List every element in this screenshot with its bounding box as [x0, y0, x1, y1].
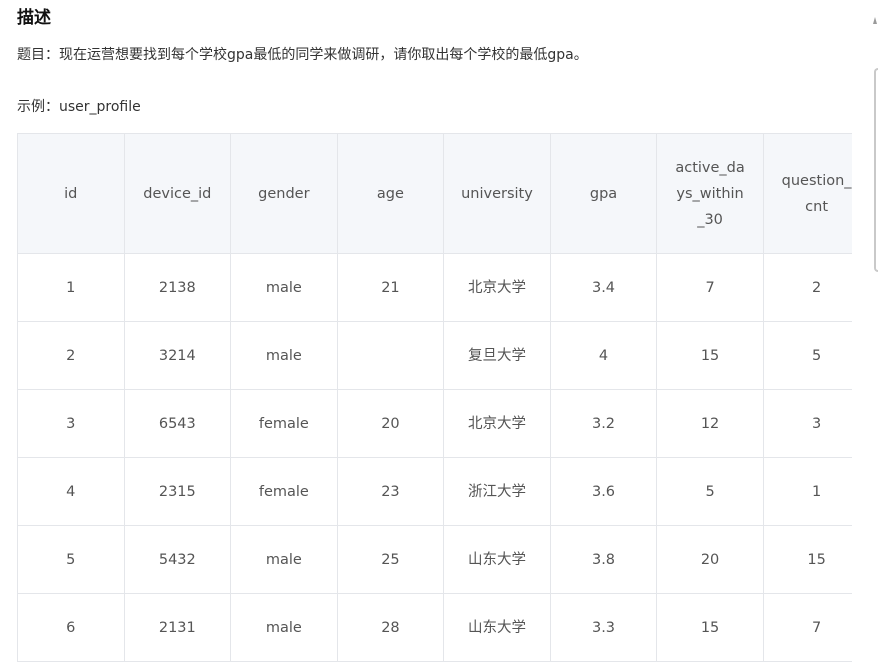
- table-cell: [336, 321, 445, 390]
- table-cell: 3.8: [549, 525, 658, 594]
- table-cell: male: [230, 253, 338, 322]
- table-cell: 5: [656, 457, 764, 526]
- column-header-gpa: gpa: [549, 133, 658, 254]
- column-header-id: id: [17, 133, 125, 254]
- table-cell: male: [230, 525, 338, 594]
- table-row: 2 3214 male 复旦大学 4 15 5 25: [17, 321, 852, 390]
- table-row: 4 2315 female 23 浙江大学 3.6 5 1 2: [17, 457, 852, 526]
- table-cell: female: [230, 389, 338, 458]
- table-cell: 21: [336, 253, 445, 322]
- table-cell: 7: [762, 593, 852, 662]
- table-cell: 北京大学: [443, 389, 551, 458]
- table-header-row: id device_id gender age university gpa a…: [17, 133, 852, 254]
- table-cell: 1: [762, 457, 852, 526]
- column-header-device-id: device_id: [123, 133, 232, 254]
- table-cell: 3.2: [549, 389, 658, 458]
- table-cell: 山东大学: [443, 525, 551, 594]
- vertical-scrollbar-thumb[interactable]: [874, 68, 878, 272]
- column-header-university: university: [443, 133, 551, 254]
- table-row: 3 6543 female 20 北京大学 3.2 12 3 30: [17, 389, 852, 458]
- table-cell: 3.4: [549, 253, 658, 322]
- section-heading: 描述: [17, 8, 51, 28]
- table-cell: 12: [656, 389, 764, 458]
- table-cell: 5: [762, 321, 852, 390]
- table-cell: 2: [762, 253, 852, 322]
- problem-description: 题目：现在运营想要找到每个学校gpa最低的同学来做调研，请你取出每个学校的最低g…: [17, 47, 588, 63]
- table-cell: 23: [336, 457, 445, 526]
- table-cell: 3.3: [549, 593, 658, 662]
- table-cell: 15: [656, 321, 764, 390]
- table-cell: 15: [656, 593, 764, 662]
- table-cell: 复旦大学: [443, 321, 551, 390]
- example-label: 示例：user_profile: [17, 99, 141, 115]
- table-cell: 28: [336, 593, 445, 662]
- table-cell: 15: [762, 525, 852, 594]
- table-cell: 2: [17, 321, 125, 390]
- table-cell: 5: [17, 525, 125, 594]
- table-cell: 20: [336, 389, 445, 458]
- table-cell: 山东大学: [443, 593, 551, 662]
- user-profile-table: id device_id gender age university gpa a…: [17, 133, 852, 662]
- column-header-active-days: active_days_within_30: [656, 133, 764, 254]
- table-cell: female: [230, 457, 338, 526]
- table-cell: 3: [762, 389, 852, 458]
- table-cell: 5432: [123, 525, 232, 594]
- table-cell: 2131: [123, 593, 232, 662]
- table-cell: 6: [17, 593, 125, 662]
- table-cell: 20: [656, 525, 764, 594]
- column-header-age: age: [336, 133, 445, 254]
- table-cell: male: [230, 593, 338, 662]
- table-cell: 25: [336, 525, 445, 594]
- table-cell: 6543: [123, 389, 232, 458]
- table-cell: 1: [17, 253, 125, 322]
- table-cell: 7: [656, 253, 764, 322]
- table-cell: 2138: [123, 253, 232, 322]
- column-header-gender: gender: [230, 133, 338, 254]
- table-cell: male: [230, 321, 338, 390]
- table-cell: 北京大学: [443, 253, 551, 322]
- scroll-up-arrow-icon-svg: [873, 17, 877, 24]
- table-cell: 3.6: [549, 457, 658, 526]
- example-table-container[interactable]: id device_id gender age university gpa a…: [17, 133, 852, 668]
- table-cell: 4: [549, 321, 658, 390]
- table-cell: 浙江大学: [443, 457, 551, 526]
- scroll-up-arrow-icon[interactable]: [872, 16, 878, 26]
- table-row: 6 2131 male 28 山东大学 3.3 15 7 13: [17, 593, 852, 662]
- table-row: 1 2138 male 21 北京大学 3.4 7 2 12: [17, 253, 852, 322]
- table-cell: 2315: [123, 457, 232, 526]
- table-cell: 3214: [123, 321, 232, 390]
- table-cell: 4: [17, 457, 125, 526]
- table-row: 5 5432 male 25 山东大学 3.8 20 15 70: [17, 525, 852, 594]
- column-header-question-cnt: question_cnt: [762, 133, 852, 254]
- table-cell: 3: [17, 389, 125, 458]
- problem-description-page: 描述 题目：现在运营想要找到每个学校gpa最低的同学来做调研，请你取出每个学校的…: [0, 0, 878, 668]
